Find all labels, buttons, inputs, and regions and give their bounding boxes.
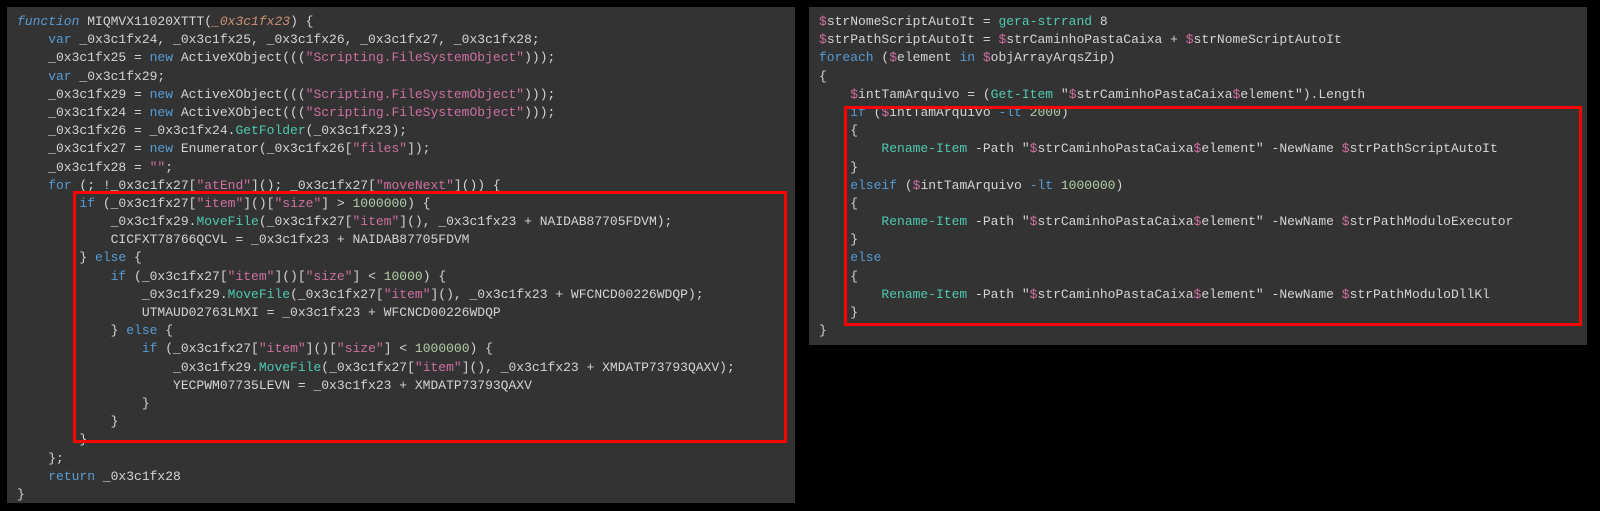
code-block-powershell: $strNomeScriptAutoIt = gera-strrand 8 $s… — [819, 13, 1577, 340]
keyword-function: function — [17, 14, 79, 29]
code-block-javascript: function MIQMVX11020XTTT(_0x3c1fx23) { v… — [17, 13, 785, 504]
code-panel-right: $strNomeScriptAutoIt = gera-strrand 8 $s… — [808, 6, 1588, 346]
code-panel-left: function MIQMVX11020XTTT(_0x3c1fx23) { v… — [6, 6, 796, 504]
